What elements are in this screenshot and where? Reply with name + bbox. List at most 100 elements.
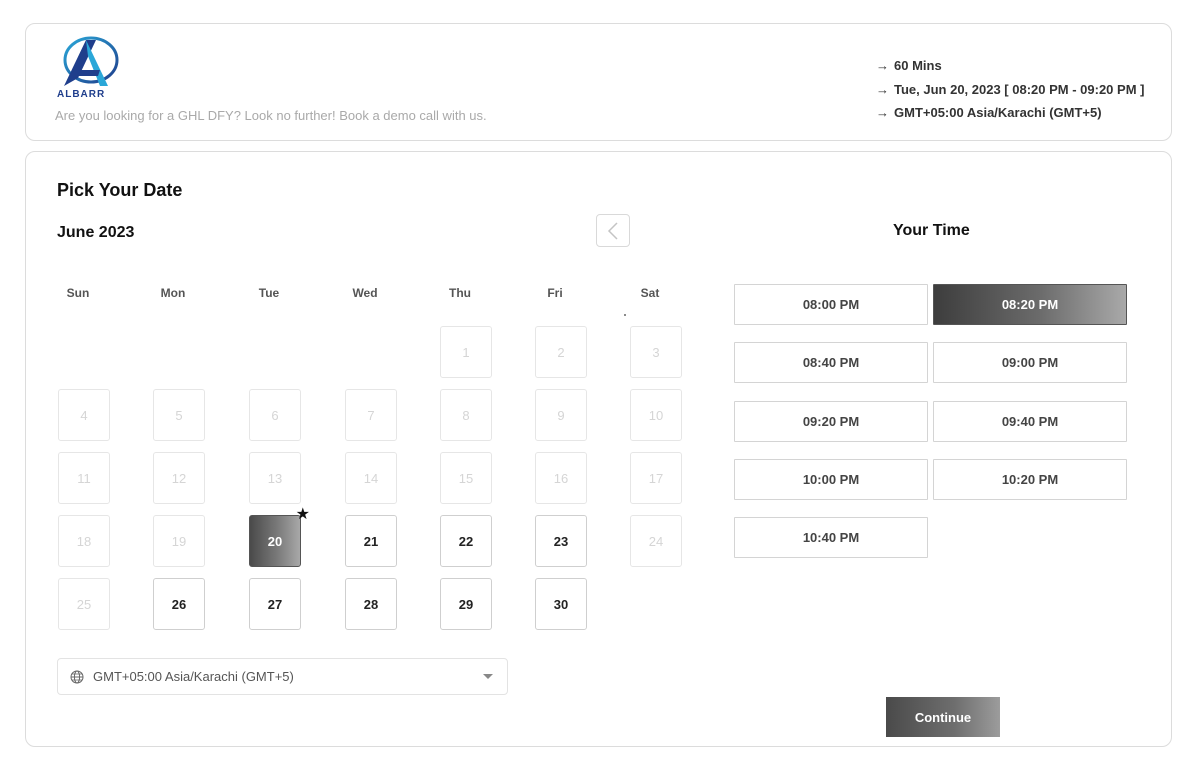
weekday-mon: Mon	[160, 286, 186, 300]
date-cell[interactable]: 22	[440, 515, 492, 567]
time-slot[interactable]: 09:20 PM	[734, 401, 928, 442]
time-slot[interactable]: 08:00 PM	[734, 284, 928, 325]
date-label: 13	[267, 470, 283, 486]
date-label: 14	[363, 470, 379, 486]
weekday-sat: Sat	[640, 286, 660, 300]
continue-button[interactable]: Continue	[886, 697, 1000, 737]
date-cell: 2	[535, 326, 587, 378]
date-label: 20	[267, 533, 283, 549]
date-label: 25	[76, 596, 92, 612]
date-cell: 5	[153, 389, 205, 441]
brand-logo: ALBARR	[56, 34, 122, 104]
timezone-select-value: GMT+05:00 Asia/Karachi (GMT+5)	[93, 669, 294, 684]
date-label: 19	[171, 533, 187, 549]
date-label: 7	[367, 407, 375, 423]
date-cell[interactable]: 21	[345, 515, 397, 567]
date-label: 11	[77, 470, 91, 486]
date-cell: 24	[630, 515, 682, 567]
date-label: 21	[363, 533, 379, 549]
datetime-text: Tue, Jun 20, 2023 [ 08:20 PM - 09:20 PM …	[894, 81, 1145, 97]
pick-date-title: Pick Your Date	[57, 180, 183, 200]
date-cell[interactable]: 27	[249, 578, 301, 630]
date-label: 8	[462, 407, 470, 423]
arrow-right-icon: →	[876, 58, 889, 74]
date-cell: 1	[440, 326, 492, 378]
weekday-wed: Wed	[352, 286, 378, 300]
arrow-right-icon: →	[876, 105, 889, 121]
summary-datetime: → Tue, Jun 20, 2023 [ 08:20 PM - 09:20 P…	[876, 78, 1144, 102]
summary-duration: → 60 Mins	[876, 54, 1144, 78]
date-label: 16	[553, 470, 569, 486]
time-slot[interactable]: 10:00 PM	[734, 459, 928, 500]
date-cell: 13	[249, 452, 301, 504]
globe-icon	[70, 670, 84, 683]
weekday-tue: Tue	[258, 286, 280, 300]
date-label: 9	[557, 407, 565, 423]
time-slot[interactable]: 09:40 PM	[933, 401, 1127, 442]
date-label: 4	[80, 407, 88, 423]
booking-header: ALBARR Are you looking for a GHL DFY? Lo…	[25, 23, 1172, 141]
date-label: 10	[648, 407, 664, 423]
tagline: Are you looking for a GHL DFY? Look no f…	[55, 108, 487, 123]
duration-text: 60 Mins	[894, 58, 942, 74]
weekday-sun: Sun	[66, 286, 90, 300]
timezone-select[interactable]: GMT+05:00 Asia/Karachi (GMT+5)	[57, 658, 508, 695]
date-cell: 25	[58, 578, 110, 630]
date-cell: 14	[345, 452, 397, 504]
date-cell: 16	[535, 452, 587, 504]
date-label: 27	[267, 596, 283, 612]
date-label: 12	[171, 470, 187, 486]
scheduler-panel: Pick Your Date June 2023 Sun Mon Tue Wed Thu…	[25, 151, 1172, 747]
time-slot[interactable]: 08:40 PM	[734, 342, 928, 383]
date-cell[interactable]: 28	[345, 578, 397, 630]
date-label: 18	[76, 533, 92, 549]
date-cell: 15	[440, 452, 492, 504]
date-label: 29	[458, 596, 474, 612]
date-label: 1	[462, 344, 470, 360]
date-cell: 6	[249, 389, 301, 441]
timezone-text: GMT+05:00 Asia/Karachi (GMT+5)	[894, 105, 1102, 121]
caret-down-icon	[483, 674, 493, 679]
date-label: 26	[171, 596, 187, 612]
date-cell: 19	[153, 515, 205, 567]
date-label: 24	[648, 533, 664, 549]
weekday-thu: Thu	[449, 286, 471, 300]
time-slot[interactable]: 10:40 PM	[734, 517, 928, 558]
date-label: 2	[557, 344, 565, 360]
date-label: 3	[652, 344, 660, 360]
date-cell: 18	[58, 515, 110, 567]
prev-month-button[interactable]	[596, 214, 630, 247]
booking-summary: → 60 Mins → Tue, Jun 20, 2023 [ 08:20 PM…	[876, 54, 1144, 125]
date-cell: 11	[58, 452, 110, 504]
month-label: June 2023	[57, 224, 135, 241]
time-slot[interactable]: 09:00 PM	[933, 342, 1127, 383]
date-label: 15	[458, 470, 474, 486]
summary-timezone: → GMT+05:00 Asia/Karachi (GMT+5)	[876, 101, 1144, 125]
date-cell[interactable]: 23	[535, 515, 587, 567]
date-label: 17	[648, 470, 664, 486]
albarr-logo-icon	[63, 36, 119, 86]
date-cell: 8	[440, 389, 492, 441]
date-cell[interactable]: 30	[535, 578, 587, 630]
time-slot[interactable]: 10:20 PM	[933, 459, 1127, 500]
date-cell[interactable]: 29	[440, 578, 492, 630]
chevron-left-icon	[607, 221, 618, 240]
date-label: 5	[175, 407, 183, 423]
date-label: 6	[271, 407, 279, 423]
date-cell: 7	[345, 389, 397, 441]
your-time-title: Your Time	[893, 222, 970, 239]
date-label: 28	[363, 596, 379, 612]
date-cell[interactable]: 26	[153, 578, 205, 630]
date-cell: 12	[153, 452, 205, 504]
weekday-fri: Fri	[547, 286, 563, 300]
date-cell: 9	[535, 389, 587, 441]
date-label: 22	[458, 533, 474, 549]
date-cell: 10	[630, 389, 682, 441]
star-icon: ★	[295, 506, 310, 523]
date-label: 23	[553, 533, 569, 549]
arrow-right-icon: →	[876, 81, 889, 97]
selected-date-cell[interactable]: 20 ★	[249, 507, 310, 567]
time-slot-selected[interactable]: 08:20 PM	[933, 284, 1127, 325]
date-label: 30	[553, 596, 569, 612]
date-cell: 17	[630, 452, 682, 504]
